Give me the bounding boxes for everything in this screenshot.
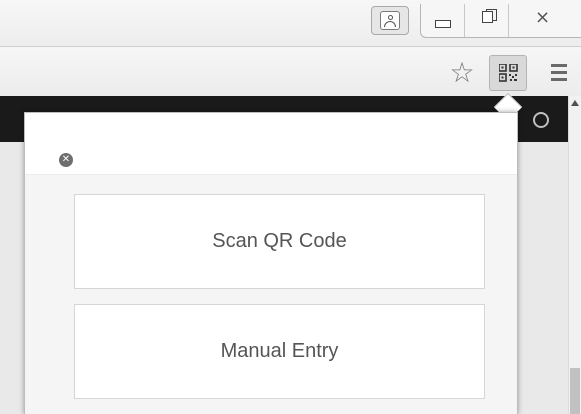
- bookmark-star-icon[interactable]: ☆: [445, 56, 479, 90]
- minimize-icon: [435, 20, 451, 28]
- scrollbar-thumb[interactable]: [570, 368, 580, 414]
- vertical-scrollbar[interactable]: [568, 96, 581, 414]
- popup-content: Scan QR Code Manual Entry: [25, 175, 517, 414]
- minimize-button[interactable]: [421, 4, 465, 37]
- window-title-bar: ⨯: [0, 0, 581, 46]
- qr-extension-button[interactable]: [489, 55, 527, 91]
- maximize-button[interactable]: [465, 4, 509, 37]
- hamburger-menu-icon[interactable]: [548, 60, 570, 86]
- search-icon: [533, 112, 549, 128]
- manual-entry-button[interactable]: Manual Entry: [74, 304, 485, 399]
- scan-qr-code-button[interactable]: Scan QR Code: [74, 194, 485, 289]
- popup-header: ✕: [25, 113, 517, 175]
- scroll-up-arrow-icon[interactable]: [571, 100, 579, 106]
- browser-toolbar: ☆: [0, 46, 581, 96]
- person-icon: [380, 11, 400, 30]
- close-window-button[interactable]: ⨯: [509, 4, 581, 37]
- qr-code-icon: [499, 64, 518, 82]
- profile-button[interactable]: [371, 6, 409, 35]
- qr-extension-popup: ✕ Scan QR Code Manual Entry: [24, 112, 518, 414]
- window-controls: ⨯: [420, 4, 581, 38]
- close-popup-icon[interactable]: ✕: [59, 153, 73, 167]
- close-icon: ⨯: [535, 7, 551, 28]
